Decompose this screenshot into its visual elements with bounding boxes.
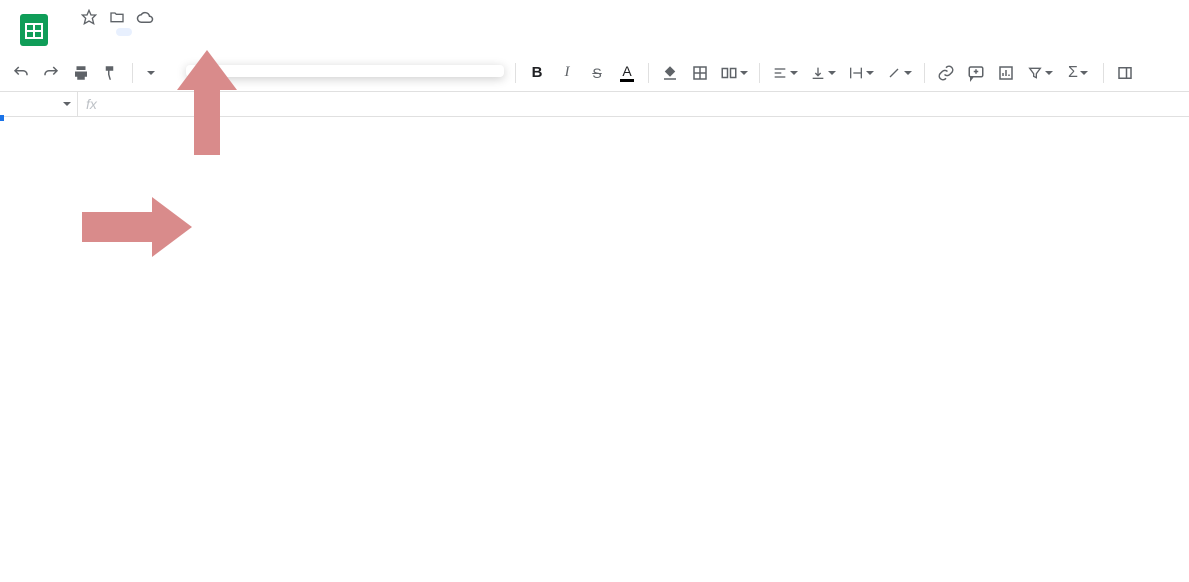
- functions-button[interactable]: Σ: [1061, 60, 1095, 86]
- fx-icon: fx: [86, 96, 97, 112]
- merge-button[interactable]: [717, 60, 751, 86]
- print-button[interactable]: [68, 60, 94, 86]
- annotation-arrow-1: [172, 50, 242, 155]
- comment-button[interactable]: [963, 60, 989, 86]
- undo-button[interactable]: [8, 60, 34, 86]
- strikethrough-button[interactable]: S: [584, 60, 610, 86]
- sheets-logo-icon[interactable]: [16, 12, 52, 48]
- annotation-arrow-2: [82, 190, 192, 265]
- paint-format-button[interactable]: [98, 60, 124, 86]
- separator: [132, 63, 133, 83]
- valign-button[interactable]: [806, 60, 840, 86]
- document-title[interactable]: [62, 15, 70, 19]
- separator: [1103, 63, 1104, 83]
- separator: [759, 63, 760, 83]
- fill-color-button[interactable]: [657, 60, 683, 86]
- formula-bar[interactable]: fx: [78, 96, 113, 112]
- move-folder-icon[interactable]: [108, 8, 126, 26]
- bold-button[interactable]: B: [524, 60, 550, 86]
- cloud-status-icon[interactable]: [136, 8, 154, 26]
- insert-chart-button[interactable]: [993, 60, 1019, 86]
- menu-format[interactable]: [134, 28, 150, 36]
- menu-edit[interactable]: [80, 28, 96, 36]
- italic-button[interactable]: I: [554, 60, 580, 86]
- text-color-button[interactable]: A: [614, 60, 640, 86]
- halign-button[interactable]: [768, 60, 802, 86]
- separator: [648, 63, 649, 83]
- menu-file[interactable]: [62, 28, 78, 36]
- menu-help[interactable]: [206, 28, 222, 36]
- menu-extensions[interactable]: [188, 28, 204, 36]
- redo-button[interactable]: [38, 60, 64, 86]
- menu-data[interactable]: [152, 28, 168, 36]
- wrap-button[interactable]: [844, 60, 878, 86]
- separator: [515, 63, 516, 83]
- menu-insert[interactable]: [116, 28, 132, 36]
- filter-button[interactable]: [1023, 60, 1057, 86]
- sidepanel-toggle-button[interactable]: [1112, 60, 1138, 86]
- name-box[interactable]: [0, 92, 78, 116]
- menu-tools[interactable]: [170, 28, 186, 36]
- separator: [924, 63, 925, 83]
- star-icon[interactable]: [80, 8, 98, 26]
- link-button[interactable]: [933, 60, 959, 86]
- menu-bar: [62, 28, 238, 36]
- rotate-button[interactable]: A: [882, 60, 916, 86]
- zoom-select[interactable]: [141, 71, 157, 75]
- menu-view[interactable]: [98, 28, 114, 36]
- borders-button[interactable]: [687, 60, 713, 86]
